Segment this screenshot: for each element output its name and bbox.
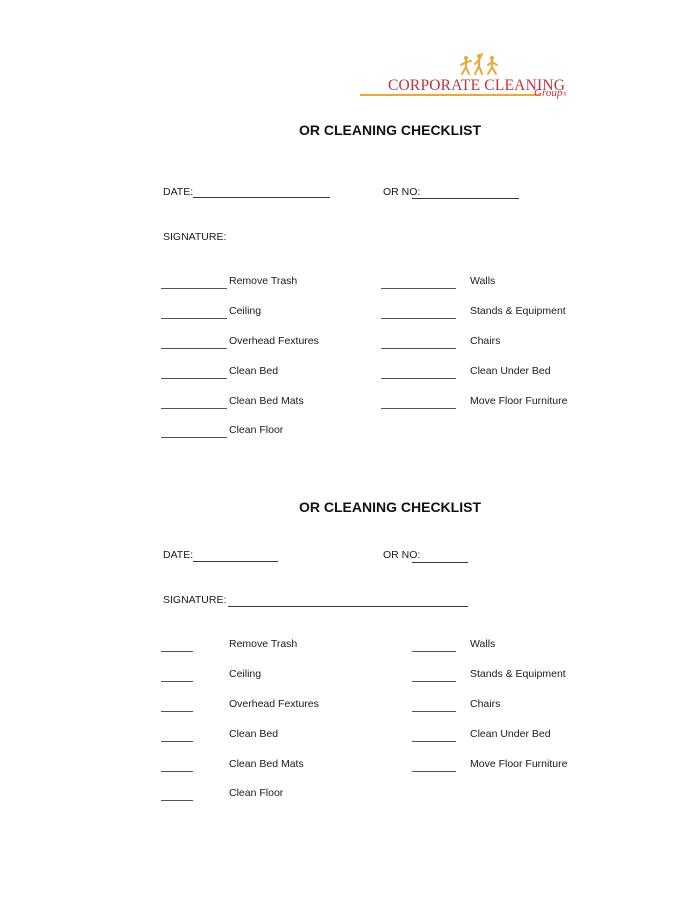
item-label: Stands & Equipment: [470, 668, 566, 680]
or-no-field[interactable]: [412, 198, 519, 199]
section-title: OR CLEANING CHECKLIST: [299, 122, 481, 138]
item-label: Remove Trash: [229, 638, 298, 650]
check-blank[interactable]: [161, 771, 193, 772]
signature-field[interactable]: [228, 606, 468, 607]
item-label: Chairs: [470, 698, 501, 710]
or-no-label: OR NO:: [383, 549, 421, 561]
item-label: Clean Bed Mats: [229, 758, 304, 770]
item-label: Ceiling: [229, 305, 262, 317]
check-blank[interactable]: [161, 711, 193, 712]
item-label: Stands & Equipment: [470, 305, 566, 317]
item-label: Ceiling: [229, 668, 262, 680]
or-no-label: OR NO:: [383, 186, 421, 198]
check-blank[interactable]: [412, 711, 456, 712]
cleaning-figures-icon: [460, 53, 498, 75]
item-label: Move Floor Furniture: [470, 395, 568, 407]
item-label: Overhead Fextures: [229, 698, 319, 710]
check-blank[interactable]: [161, 681, 193, 682]
date-label: DATE:: [163, 186, 194, 198]
check-blank[interactable]: [381, 348, 456, 349]
signature-label: SIGNATURE:: [163, 594, 227, 606]
check-blank[interactable]: [161, 651, 193, 652]
check-blank[interactable]: [161, 348, 227, 349]
check-blank[interactable]: [381, 318, 456, 319]
item-label: Walls: [470, 275, 496, 287]
item-label: Move Floor Furniture: [470, 758, 568, 770]
check-blank[interactable]: [412, 741, 456, 742]
check-blank[interactable]: [412, 771, 456, 772]
check-blank[interactable]: [161, 437, 227, 438]
check-blank[interactable]: [161, 741, 193, 742]
check-blank[interactable]: [412, 681, 456, 682]
item-label: Clean Floor: [229, 424, 284, 436]
check-blank[interactable]: [161, 378, 227, 379]
check-blank[interactable]: [161, 288, 227, 289]
logo-group-text: Group: [534, 87, 563, 99]
check-blank[interactable]: [161, 318, 227, 319]
section-title: OR CLEANING CHECKLIST: [299, 499, 481, 515]
check-blank[interactable]: [412, 651, 456, 652]
check-blank[interactable]: [381, 408, 456, 409]
item-label: Walls: [470, 638, 496, 650]
item-label: Clean Bed: [229, 728, 279, 740]
date-field[interactable]: [193, 561, 278, 562]
check-blank[interactable]: [161, 408, 227, 409]
item-label: Clean Bed: [229, 365, 279, 377]
item-label: Clean Bed Mats: [229, 395, 304, 407]
item-label: Chairs: [470, 335, 501, 347]
logo-subtext: Group®: [534, 87, 567, 99]
item-label: Overhead Fextures: [229, 335, 319, 347]
check-blank[interactable]: [381, 378, 456, 379]
or-no-field[interactable]: [412, 562, 468, 563]
date-label: DATE:: [163, 549, 194, 561]
logo-underline: [360, 94, 540, 96]
item-label: Clean Under Bed: [470, 365, 551, 377]
item-label: Clean Under Bed: [470, 728, 551, 740]
trademark-symbol: ®: [562, 92, 567, 98]
signature-label: SIGNATURE:: [163, 231, 227, 243]
check-blank[interactable]: [161, 800, 193, 801]
check-blank[interactable]: [381, 288, 456, 289]
item-label: Clean Floor: [229, 787, 284, 799]
date-field[interactable]: [193, 197, 330, 198]
item-label: Remove Trash: [229, 275, 298, 287]
company-logo: CORPORATE CLEANING Group®: [358, 52, 583, 102]
